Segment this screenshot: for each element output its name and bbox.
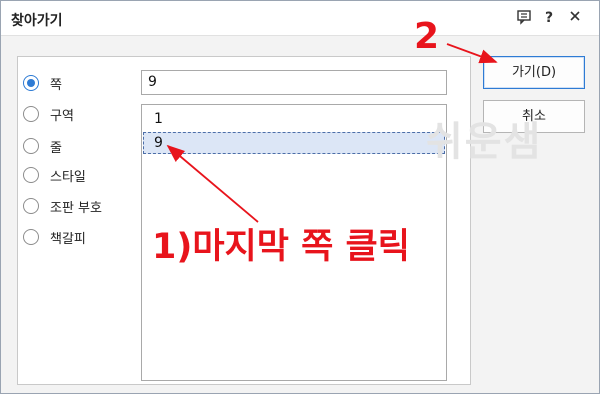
radio-section[interactable]: 구역 [23,104,74,124]
step-2-label: 2 [414,16,440,57]
page-number-input[interactable]: 9 [141,70,447,95]
radio-button[interactable] [23,138,39,154]
radio-label: 책갈피 [50,231,86,247]
help-icon[interactable]: ? [540,9,558,27]
radio-label: 조판 부호 [50,200,102,216]
go-to-dialog: 찾아가기 ? 쪽 구역 줄 스타일 조판 부호 책갈피 9 1 9 가기(D) … [0,0,600,394]
radio-style[interactable]: 스타일 [23,165,86,185]
step-1-label: 1)마지막 쪽 클릭 [152,227,410,267]
close-icon[interactable] [566,9,584,27]
list-item[interactable]: 1 [143,108,445,130]
radio-button[interactable] [23,106,39,122]
dialog-title: 찾아가기 [11,13,63,29]
radio-line[interactable]: 줄 [23,136,62,156]
radio-label: 쪽 [50,77,62,93]
comment-icon[interactable] [515,9,533,27]
radio-button[interactable] [23,229,39,245]
radio-label: 구역 [50,108,74,124]
radio-page[interactable]: 쪽 [23,73,62,93]
radio-label: 줄 [50,140,62,156]
radio-control-code[interactable]: 조판 부호 [23,196,102,216]
radio-button-checked[interactable] [23,75,39,91]
watermark: 쉬운샘 [426,119,543,165]
title-bar: 찾아가기 ? [1,1,599,36]
radio-bookmark[interactable]: 책갈피 [23,227,86,247]
radio-button[interactable] [23,167,39,183]
go-button[interactable]: 가기(D) [483,56,585,89]
list-item-selected[interactable]: 9 [143,132,445,154]
radio-button[interactable] [23,198,39,214]
radio-label: 스타일 [50,169,86,185]
